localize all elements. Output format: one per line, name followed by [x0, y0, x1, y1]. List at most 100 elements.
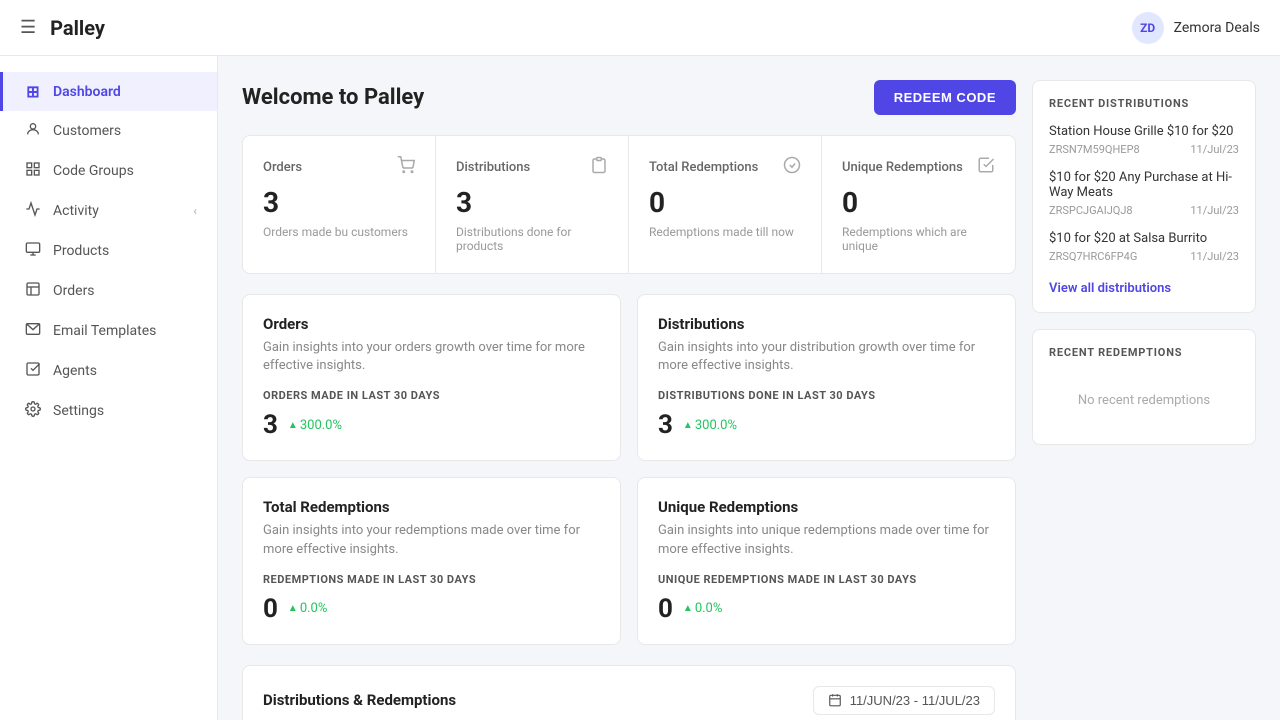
sidebar-item-products[interactable]: Products [0, 231, 217, 271]
clipboard-icon [590, 156, 608, 178]
activity-icon [23, 201, 43, 221]
agents-icon [23, 361, 43, 381]
page-title: Welcome to Palley [242, 85, 424, 110]
stat-desc: Redemptions made till now [649, 225, 801, 239]
orders-icon [23, 281, 43, 301]
menu-icon[interactable]: ☰ [20, 17, 36, 38]
insight-metric-label: DISTRIBUTIONS DONE IN LAST 30 DAYS [658, 389, 995, 402]
stat-card-orders: Orders 3 Orders made bu customers [243, 136, 436, 273]
sidebar-item-label: Email Templates [53, 323, 156, 339]
sidebar-item-customers[interactable]: Customers [0, 111, 217, 151]
insight-change: ▲ 300.0% [683, 418, 737, 433]
main-content-area: Welcome to Palley REDEEM CODE Orders 3 O [242, 80, 1256, 720]
insight-value-row: 0 ▲ 0.0% [263, 594, 600, 624]
insight-title: Unique Redemptions [658, 498, 995, 516]
insight-desc: Gain insights into your redemptions made… [263, 522, 600, 558]
code-groups-icon [23, 161, 43, 181]
insight-card-orders: Orders Gain insights into your orders gr… [242, 294, 621, 461]
sidebar-item-label: Activity [53, 203, 99, 219]
insight-title: Total Redemptions [263, 498, 600, 516]
stat-value: 0 [842, 186, 995, 219]
layout: ⊞ Dashboard Customers Code Groups Activi… [0, 56, 1280, 720]
insight-change: ▲ 300.0% [288, 418, 342, 433]
sidebar-item-email-templates[interactable]: Email Templates [0, 311, 217, 351]
sidebar-item-label: Dashboard [53, 84, 121, 100]
up-arrow-icon: ▲ [288, 603, 298, 614]
insights-grid: Orders Gain insights into your orders gr… [242, 294, 1016, 645]
insight-title: Orders [263, 315, 600, 333]
panel-title: RECENT DISTRIBUTIONS [1049, 97, 1239, 110]
sidebar-item-label: Customers [53, 123, 121, 139]
chart-header: Distributions & Redemptions 11/JUN/23 - … [263, 686, 995, 715]
topnav-right: ZD Zemora Deals [1132, 12, 1260, 44]
dist-meta: ZRSPCJGAIJQJ8 11/Jul/23 [1049, 204, 1239, 217]
dist-code: ZRSN7M59QHEP8 [1049, 143, 1140, 156]
sidebar-item-label: Code Groups [53, 163, 134, 179]
redeem-button[interactable]: REDEEM CODE [874, 80, 1016, 115]
dist-item-1: Station House Grille $10 for $20 ZRSN7M5… [1049, 124, 1239, 156]
sidebar-item-label: Settings [53, 403, 104, 419]
products-icon [23, 241, 43, 261]
view-all-distributions[interactable]: View all distributions [1049, 281, 1171, 296]
dist-name: $10 for $20 Any Purchase at Hi-Way Meats [1049, 170, 1239, 200]
up-arrow-icon: ▲ [288, 420, 298, 431]
cart-icon [397, 156, 415, 178]
right-panel: RECENT DISTRIBUTIONS Station House Grill… [1016, 80, 1256, 720]
user-name: Zemora Deals [1174, 20, 1260, 36]
insight-title: Distributions [658, 315, 995, 333]
stat-header: Distributions [456, 156, 608, 178]
no-redemptions-message: No recent redemptions [1049, 373, 1239, 428]
dist-item-3: $10 for $20 at Salsa Burrito ZRSQ7HRC6FP… [1049, 231, 1239, 263]
settings-icon [23, 401, 43, 421]
sidebar: ⊞ Dashboard Customers Code Groups Activi… [0, 56, 218, 720]
stat-value: 3 [456, 186, 608, 219]
up-arrow-icon: ▲ [683, 420, 693, 431]
sidebar-item-dashboard[interactable]: ⊞ Dashboard [0, 72, 217, 111]
check-square-icon [977, 156, 995, 178]
dist-meta: ZRSN7M59QHEP8 11/Jul/23 [1049, 143, 1239, 156]
stat-desc: Redemptions which are unique [842, 225, 995, 253]
chart-section: Distributions & Redemptions 11/JUN/23 - … [242, 665, 1016, 720]
check-circle-icon [783, 156, 801, 178]
panel-title: RECENT REDEMPTIONS [1049, 346, 1239, 359]
dist-date: 11/Jul/23 [1190, 143, 1239, 156]
insight-value-row: 3 ▲ 300.0% [263, 410, 600, 440]
chart-title: Distributions & Redemptions [263, 691, 456, 709]
stat-desc: Distributions done for products [456, 225, 608, 253]
stat-label: Distributions [456, 160, 530, 175]
stat-header: Orders [263, 156, 415, 178]
dist-name: Station House Grille $10 for $20 [1049, 124, 1239, 139]
stat-value: 3 [263, 186, 415, 219]
insight-card-unique-redemptions: Unique Redemptions Gain insights into un… [637, 477, 1016, 644]
change-value: 300.0% [695, 418, 737, 433]
insight-value-row: 3 ▲ 300.0% [658, 410, 995, 440]
sidebar-item-label: Orders [53, 283, 95, 299]
date-range-button[interactable]: 11/JUN/23 - 11/JUL/23 [813, 686, 995, 715]
insight-card-total-redemptions: Total Redemptions Gain insights into you… [242, 477, 621, 644]
sidebar-item-activity[interactable]: Activity ‹ [0, 191, 217, 231]
main-content: Welcome to Palley REDEEM CODE Orders 3 O [218, 56, 1280, 720]
change-value: 0.0% [300, 601, 328, 616]
sidebar-item-orders[interactable]: Orders [0, 271, 217, 311]
insight-metric-label: REDEMPTIONS MADE IN LAST 30 DAYS [263, 573, 600, 586]
change-value: 0.0% [695, 601, 723, 616]
insight-value: 0 [658, 594, 673, 624]
sidebar-item-code-groups[interactable]: Code Groups [0, 151, 217, 191]
dist-date: 11/Jul/23 [1190, 250, 1239, 263]
stat-card-total-redemptions: Total Redemptions 0 Redemptions made til… [629, 136, 822, 273]
stat-label: Unique Redemptions [842, 160, 963, 175]
insight-value-row: 0 ▲ 0.0% [658, 594, 995, 624]
sidebar-item-settings[interactable]: Settings [0, 391, 217, 431]
insight-desc: Gain insights into your orders growth ov… [263, 339, 600, 375]
main-body: Welcome to Palley REDEEM CODE Orders 3 O [242, 80, 1016, 720]
stats-row: Orders 3 Orders made bu customers Distri… [242, 135, 1016, 274]
insight-desc: Gain insights into your distribution gro… [658, 339, 995, 375]
stat-label: Total Redemptions [649, 160, 758, 175]
change-value: 300.0% [300, 418, 342, 433]
stat-header: Total Redemptions [649, 156, 801, 178]
stat-card-distributions: Distributions 3 Distributions done for p… [436, 136, 629, 273]
insight-value: 0 [263, 594, 278, 624]
insight-desc: Gain insights into unique redemptions ma… [658, 522, 995, 558]
sidebar-item-agents[interactable]: Agents [0, 351, 217, 391]
insight-card-distributions: Distributions Gain insights into your di… [637, 294, 1016, 461]
